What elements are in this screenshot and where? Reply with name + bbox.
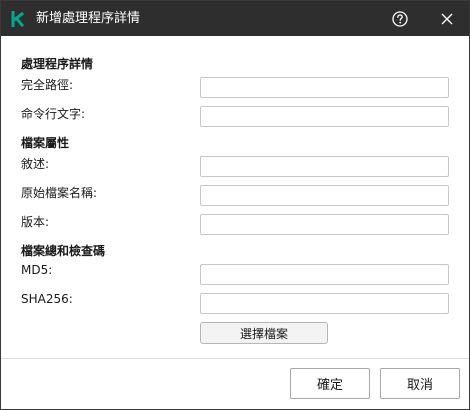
command-line-input[interactable] (200, 106, 449, 127)
full-path-label: 完全路徑: (21, 78, 74, 92)
original-name-label: 原始檔案名稱: (21, 186, 98, 200)
select-file-button[interactable]: 選擇檔案 (200, 322, 328, 344)
sha256-input[interactable] (200, 293, 449, 314)
dialog-title: 新增處理程序詳情 (36, 11, 141, 26)
md5-label: MD5: (21, 263, 53, 277)
version-input[interactable] (200, 214, 449, 235)
section-title-process-details: 處理程序詳情 (21, 57, 94, 71)
version-label: 版本: (21, 215, 50, 229)
md5-input[interactable] (200, 264, 449, 285)
ok-button[interactable]: 確定 (290, 368, 370, 399)
section-title-file-properties: 檔案屬性 (21, 136, 70, 150)
footer-divider (1, 358, 469, 359)
description-label: 敘述: (21, 157, 50, 171)
full-path-input[interactable] (200, 77, 449, 98)
cancel-button[interactable]: 取消 (380, 368, 460, 399)
kaspersky-k-logo-icon (11, 10, 25, 28)
close-icon[interactable] (439, 11, 455, 27)
title-bar: 新增處理程序詳情 (1, 1, 469, 36)
original-name-input[interactable] (200, 185, 449, 206)
description-input[interactable] (200, 156, 449, 177)
help-circle-icon[interactable] (391, 10, 409, 28)
sha256-label: SHA256: (21, 292, 73, 306)
section-title-checksum: 檔案總和檢查碼 (21, 244, 106, 258)
add-process-details-dialog: 新增處理程序詳情 處理程序詳情 完全路徑: 命令行文字: 檔案屬性 敘述: 原始… (0, 0, 470, 410)
command-line-label: 命令行文字: (21, 107, 86, 121)
